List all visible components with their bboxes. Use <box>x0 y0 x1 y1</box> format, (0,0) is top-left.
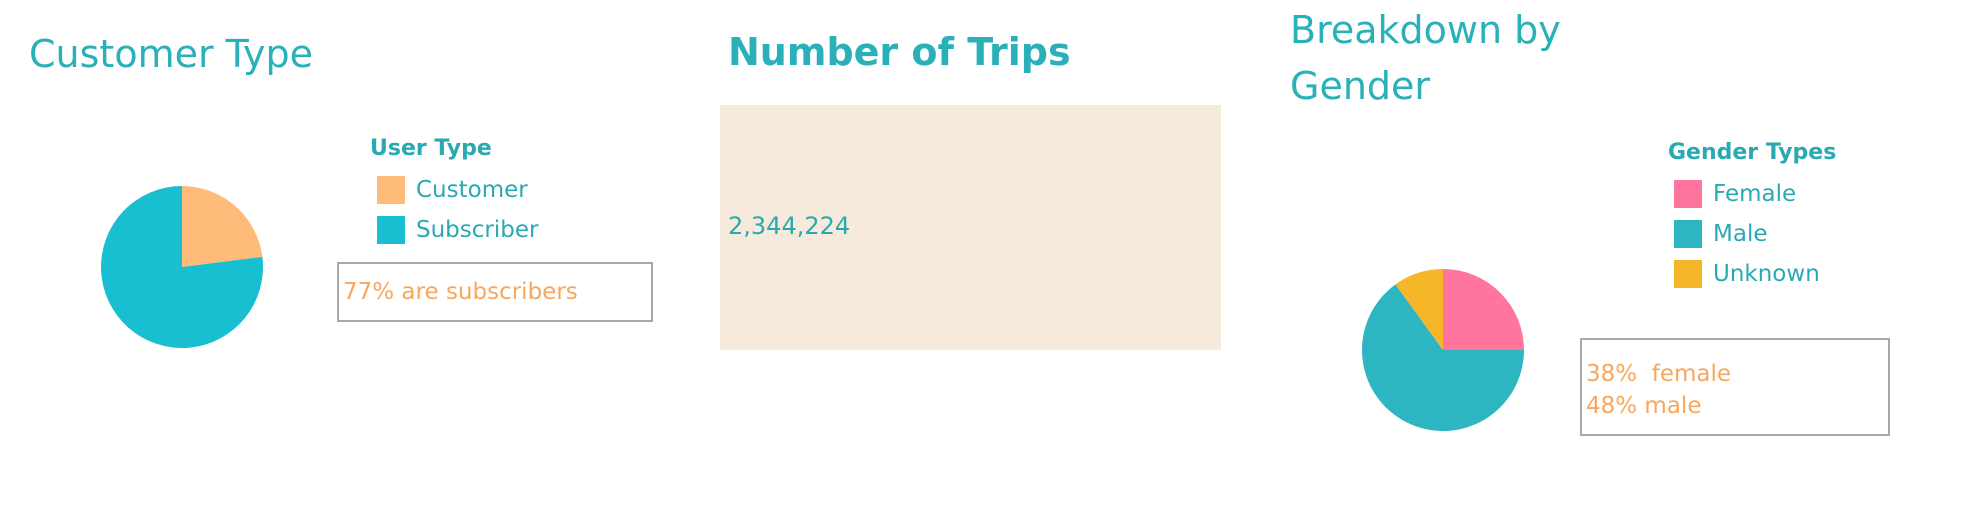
customer-type-title: Customer Type <box>29 32 313 76</box>
gender-breakdown-title-line1: Breakdown by <box>1290 8 1561 52</box>
user-type-legend-title: User Type <box>370 136 492 161</box>
legend-item-customer[interactable]: Customer <box>377 176 528 204</box>
legend-label-subscriber: Subscriber <box>416 217 539 243</box>
trips-count: 2,344,224 <box>728 212 851 240</box>
customer-type-pie <box>100 186 263 348</box>
male-swatch <box>1674 220 1702 248</box>
gender-pie <box>1362 269 1524 431</box>
number-of-trips-title: Number of Trips <box>728 30 1071 74</box>
legend-label-female: Female <box>1713 181 1797 207</box>
subscriber-annotation-box: 77% are subscribers <box>337 262 653 322</box>
legend-label-unknown: Unknown <box>1713 261 1820 287</box>
legend-label-male: Male <box>1713 221 1768 247</box>
dashboard: Customer Type User Type Customer Subscri… <box>0 0 1962 510</box>
subscriber-annotation-text: 77% are subscribers <box>343 279 578 305</box>
gender-annotation-box: 38% female 48% male <box>1580 338 1890 436</box>
gender-breakdown-title-line2: Gender <box>1290 64 1431 108</box>
subscriber-swatch <box>377 216 405 244</box>
customer-swatch <box>377 176 405 204</box>
unknown-swatch <box>1674 260 1702 288</box>
female-swatch <box>1674 180 1702 208</box>
gender-slice-female[interactable] <box>1443 269 1524 350</box>
legend-item-unknown[interactable]: Unknown <box>1674 260 1820 288</box>
legend-item-subscriber[interactable]: Subscriber <box>377 216 538 244</box>
gender-annotation-female: 38% female <box>1586 361 1732 387</box>
legend-item-female[interactable]: Female <box>1674 180 1796 208</box>
gender-types-legend-title: Gender Types <box>1668 140 1837 165</box>
legend-item-male[interactable]: Male <box>1674 220 1767 248</box>
customer-type-slice-customer[interactable] <box>182 186 263 267</box>
legend-label-customer: Customer <box>416 177 528 203</box>
gender-annotation-male: 48% male <box>1586 393 1702 419</box>
